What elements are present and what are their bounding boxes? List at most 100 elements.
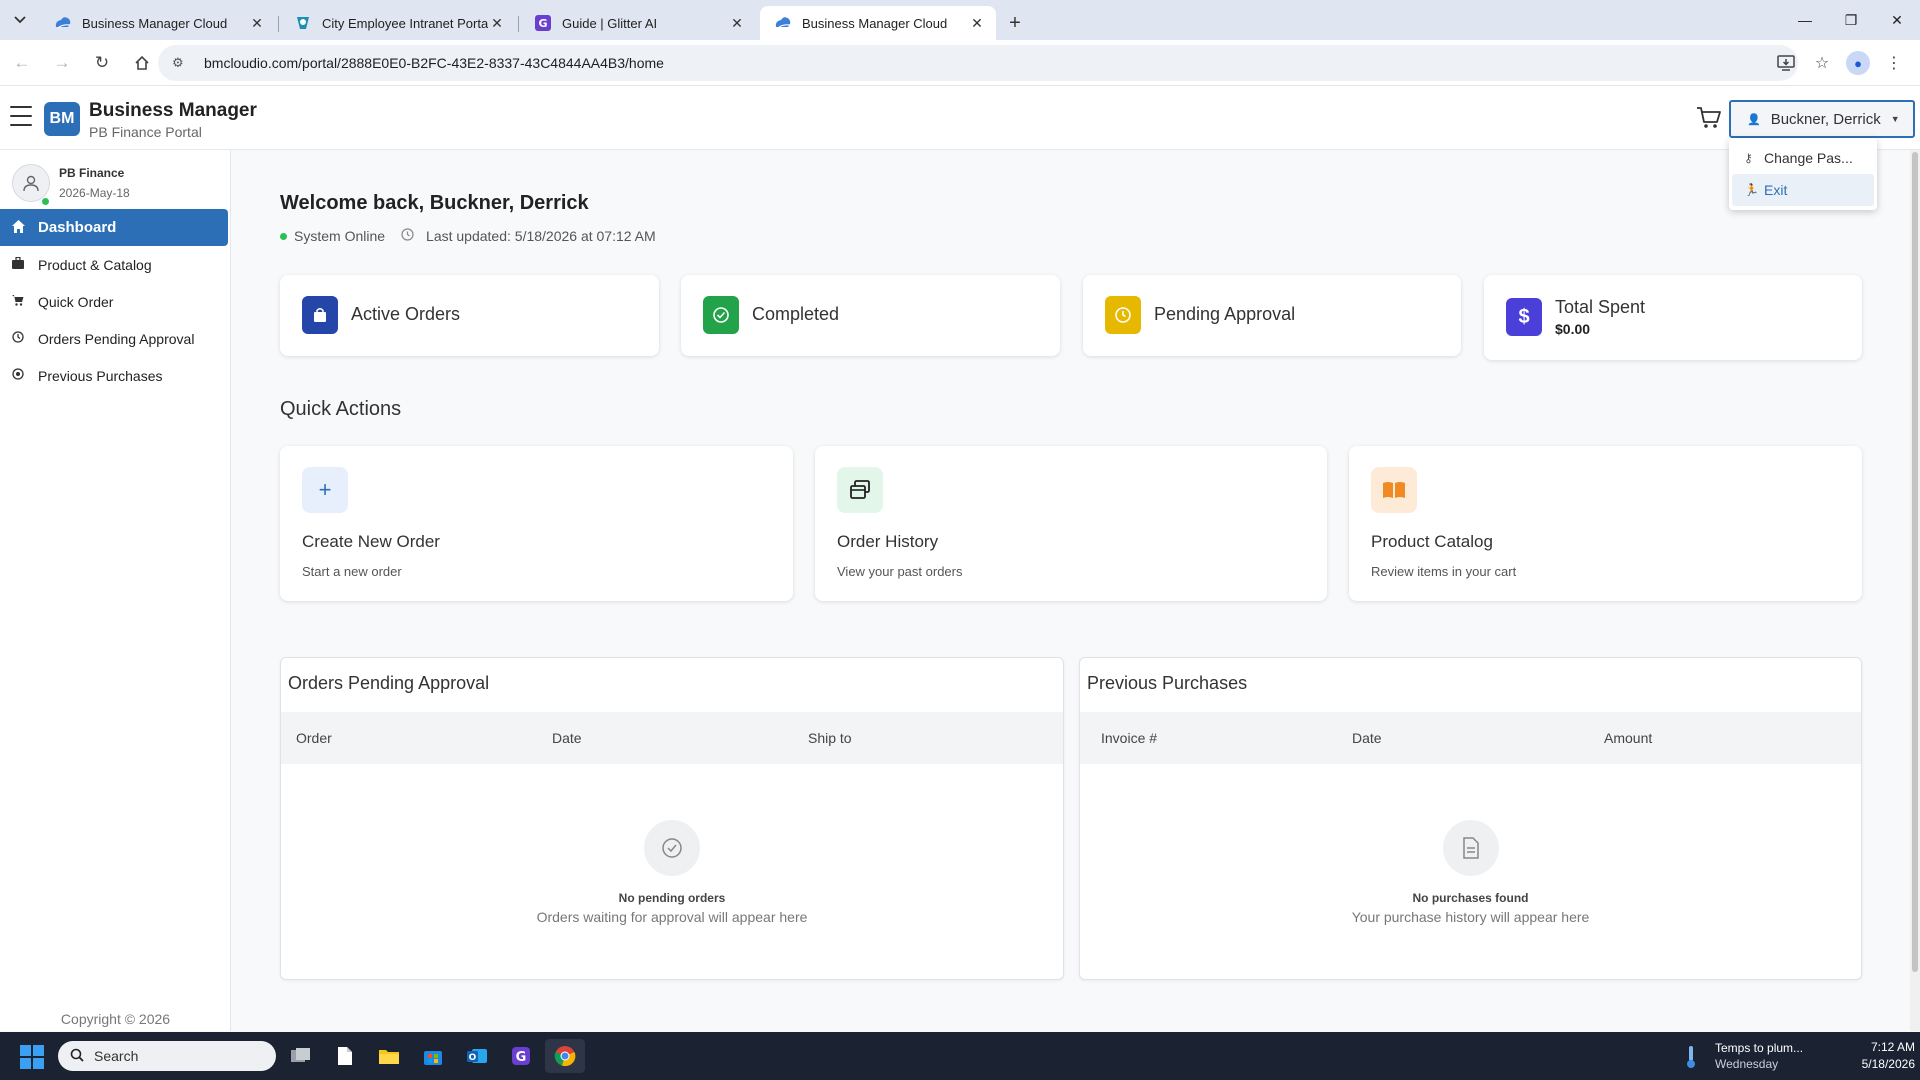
sidebar-item-dashboard[interactable]: Dashboard: [0, 209, 228, 246]
home-button-icon[interactable]: [124, 45, 160, 81]
windows-start-icon[interactable]: [20, 1045, 44, 1069]
hamburger-menu-icon[interactable]: [10, 106, 32, 126]
bookmark-star-icon[interactable]: ☆: [1804, 45, 1840, 81]
reload-icon[interactable]: ↻: [84, 45, 120, 81]
create-new-order-card[interactable]: + Create New Order Start a new order: [280, 446, 793, 601]
windows-taskbar: Search O G Temps to plum... Wednesday 7:…: [0, 1032, 1920, 1080]
running-exit-icon: 🏃: [1744, 183, 1759, 197]
stat-card-pending-approval[interactable]: Pending Approval: [1083, 275, 1461, 356]
panel-title: Previous Purchases: [1087, 673, 1248, 693]
order-history-card[interactable]: Order History View your past orders: [815, 446, 1327, 601]
clock-icon: [12, 331, 38, 346]
table-header: Order Date Ship to: [281, 712, 1063, 764]
task-view-icon[interactable]: [287, 1042, 315, 1070]
stat-card-completed[interactable]: Completed: [681, 275, 1060, 356]
close-tab-icon[interactable]: ✕: [968, 14, 986, 32]
system-clock[interactable]: 7:12 AM 5/18/2026: [1835, 1039, 1915, 1073]
stat-card-active-orders[interactable]: Active Orders: [280, 275, 659, 356]
close-window-icon[interactable]: ✕: [1874, 0, 1920, 40]
system-online-dot: [280, 232, 287, 240]
browser-tab-1[interactable]: Business Manager Cloud ✕: [40, 6, 279, 40]
sidebar-nav: Dashboard Product & Catalog Quick Order …: [0, 209, 228, 394]
forward-icon[interactable]: →: [44, 45, 80, 81]
browser-tab-strip: Business Manager Cloud ✕ City Employee I…: [0, 0, 1920, 40]
browser-toolbar: ← → ↻ ⚙ bmcloudio.com/portal/2888E0E0-B2…: [0, 40, 1920, 86]
app-header: BM Business Manager PB Finance Portal 👤 …: [0, 86, 1920, 150]
glitter-app-icon[interactable]: G: [507, 1042, 535, 1070]
restore-icon[interactable]: ❐: [1828, 0, 1874, 40]
url-text: bmcloudio.com/portal/2888E0E0-B2FC-43E2-…: [204, 55, 664, 71]
close-tab-icon[interactable]: ✕: [488, 14, 506, 32]
previous-purchases-panel: Previous Purchases Invoice # Date Amount…: [1079, 657, 1862, 980]
column-header[interactable]: Ship to: [808, 730, 852, 746]
glitter-favicon-icon: G: [534, 14, 552, 32]
sidebar-item-quick-order[interactable]: Quick Order: [0, 283, 228, 320]
browser-tab-2[interactable]: City Employee Intranet Portal - ✕: [280, 6, 519, 40]
history-icon: [12, 368, 38, 383]
stat-label: Active Orders: [351, 304, 461, 324]
new-tab-button[interactable]: +: [1000, 6, 1030, 40]
sidebar-item-orders-pending[interactable]: Orders Pending Approval: [0, 320, 228, 357]
dollar-icon: $: [1506, 298, 1542, 336]
home-icon: [12, 219, 38, 236]
browser-tab-4-active[interactable]: Business Manager Cloud ✕: [760, 6, 996, 40]
address-bar[interactable]: ⚙ bmcloudio.com/portal/2888E0E0-B2FC-43E…: [158, 45, 1798, 81]
browser-menu-icon[interactable]: ⋮: [1876, 45, 1912, 81]
exit-item[interactable]: 🏃 Exit: [1732, 174, 1874, 206]
stat-card-total-spent[interactable]: $ Total Spent $0.00: [1484, 275, 1862, 360]
column-header[interactable]: Date: [552, 730, 582, 746]
quick-actions-title: Quick Actions: [280, 398, 402, 420]
cart-icon: [12, 294, 38, 309]
online-status-dot: [42, 198, 49, 205]
tab-search-icon[interactable]: [0, 0, 40, 40]
empty-state-title: No purchases found: [1412, 891, 1529, 905]
quick-action-title: Create New Order: [302, 532, 440, 551]
quick-action-title: Order History: [837, 532, 939, 551]
briefcase-icon: [12, 256, 38, 272]
svg-text:G: G: [516, 1050, 527, 1065]
plus-icon: +: [302, 467, 348, 513]
page-scrollbar[interactable]: [1910, 150, 1920, 1031]
avatar-icon: [12, 164, 50, 202]
status-row: System Online Last updated: 5/18/2026 at…: [280, 228, 656, 244]
change-password-item[interactable]: ⚷ Change Pas...: [1732, 142, 1874, 174]
column-header[interactable]: Invoice #: [1101, 730, 1157, 746]
sidebar-item-product-catalog[interactable]: Product & Catalog: [0, 246, 228, 283]
svg-text:G: G: [538, 17, 547, 30]
cloud-favicon-icon: [774, 14, 792, 32]
outlook-icon[interactable]: O: [463, 1042, 491, 1070]
close-tab-icon[interactable]: ✕: [728, 14, 746, 32]
weather-widget[interactable]: Temps to plum... Wednesday: [1685, 1041, 1845, 1073]
product-catalog-card[interactable]: Product Catalog Review items in your car…: [1349, 446, 1862, 601]
chrome-icon[interactable]: [551, 1042, 579, 1070]
stat-label: Pending Approval: [1154, 304, 1296, 324]
sidebar-item-previous-purchases[interactable]: Previous Purchases: [0, 357, 228, 394]
install-app-icon[interactable]: [1768, 45, 1804, 81]
file-explorer-icon[interactable]: [375, 1042, 403, 1070]
table-header: Invoice # Date Amount: [1080, 712, 1861, 764]
browser-tab-3[interactable]: G Guide | Glitter AI ✕: [520, 6, 756, 40]
orders-pending-panel: Orders Pending Approval Order Date Ship …: [280, 657, 1064, 980]
quick-action-desc: Review items in your cart: [1371, 564, 1517, 579]
scrollbar-thumb[interactable]: [1912, 152, 1918, 972]
close-tab-icon[interactable]: ✕: [248, 14, 266, 32]
column-header[interactable]: Date: [1352, 730, 1382, 746]
profile-name: PB Finance: [59, 166, 125, 180]
cart-icon[interactable]: [1696, 106, 1722, 130]
column-header[interactable]: Order: [296, 730, 332, 746]
check-circle-icon: [644, 820, 700, 876]
caret-down-icon: ▼: [1890, 114, 1900, 124]
profile-avatar-icon[interactable]: ●: [1846, 51, 1870, 75]
check-circle-icon: [703, 296, 739, 334]
microsoft-store-icon[interactable]: [419, 1042, 447, 1070]
notepad-icon[interactable]: [331, 1042, 359, 1070]
app-logo: BM: [44, 102, 80, 136]
weather-text: Temps to plum...: [1715, 1041, 1804, 1055]
user-menu-button[interactable]: 👤 Buckner, Derrick ▼: [1729, 100, 1915, 138]
site-info-icon[interactable]: ⚙: [172, 55, 190, 71]
taskbar-search[interactable]: Search: [58, 1041, 276, 1071]
back-icon[interactable]: ←: [4, 45, 40, 81]
column-header[interactable]: Amount: [1604, 730, 1652, 746]
tab-title: Business Manager Cloud: [802, 15, 948, 31]
minimize-icon[interactable]: —: [1782, 0, 1828, 40]
